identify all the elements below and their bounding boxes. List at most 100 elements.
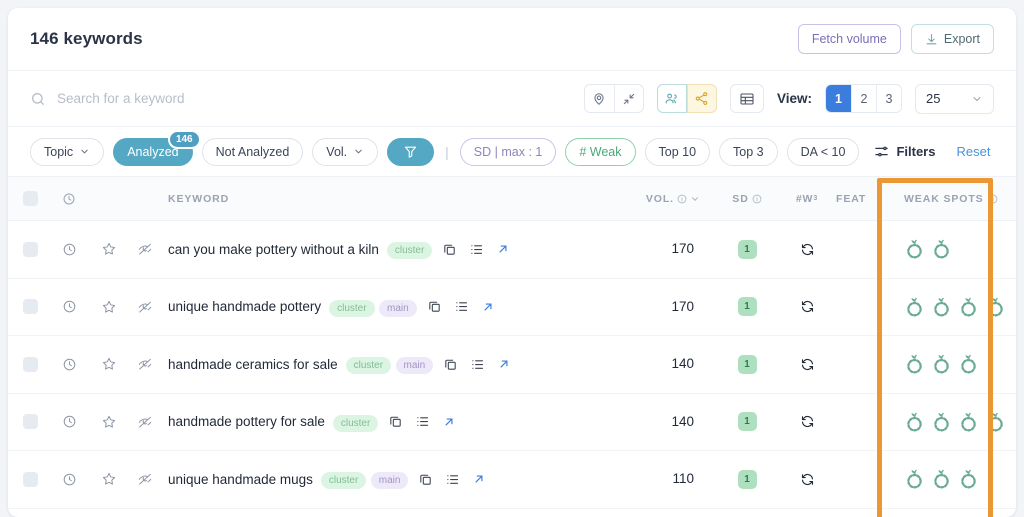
- refresh-icon[interactable]: [800, 242, 815, 257]
- keyword-tag-main[interactable]: main: [395, 357, 434, 375]
- row-refresh-cell[interactable]: [778, 357, 836, 372]
- copy-icon[interactable]: [427, 299, 442, 314]
- refresh-icon[interactable]: [800, 299, 815, 314]
- keyword-tag-cluster[interactable]: cluster: [320, 472, 367, 490]
- info-icon[interactable]: [752, 194, 762, 204]
- per-page-select[interactable]: 25: [915, 83, 994, 114]
- row-history-button[interactable]: [46, 414, 92, 429]
- collapse-icon[interactable]: [613, 85, 643, 112]
- row-hide-button[interactable]: [126, 356, 164, 372]
- weak-spot-fruit-icon[interactable]: [958, 410, 979, 434]
- filter-topic[interactable]: Topic: [30, 137, 105, 166]
- weak-spot-fruit-icon[interactable]: [931, 467, 952, 491]
- checkbox-box[interactable]: [22, 299, 38, 315]
- open-external-icon[interactable]: [442, 415, 456, 429]
- sort-chevron-icon[interactable]: [690, 194, 700, 204]
- row-history-button[interactable]: [46, 242, 92, 257]
- filter-not-analyzed[interactable]: Not Analyzed: [201, 137, 304, 166]
- row-favorite-button[interactable]: [92, 414, 126, 430]
- keyword-tag-main[interactable]: main: [370, 472, 409, 490]
- keyword-tag-cluster[interactable]: cluster: [345, 357, 392, 375]
- list-icon[interactable]: [415, 414, 430, 429]
- checkbox-box[interactable]: [22, 414, 38, 430]
- weak-spot-fruit-icon[interactable]: [904, 410, 925, 434]
- eye-off-icon[interactable]: [137, 356, 153, 372]
- clock-icon[interactable]: [62, 414, 77, 429]
- weak-spot-fruit-icon[interactable]: [985, 410, 1006, 434]
- filter-da[interactable]: DA < 10: [786, 137, 860, 166]
- filter-vol[interactable]: Vol.: [312, 137, 379, 166]
- filter-top10[interactable]: Top 10: [644, 137, 711, 166]
- row-checkbox[interactable]: [8, 356, 46, 372]
- open-external-icon[interactable]: [472, 472, 486, 486]
- open-external-icon[interactable]: [497, 357, 511, 371]
- refresh-icon[interactable]: [800, 414, 815, 429]
- header-keyword[interactable]: KEYWORD: [164, 193, 628, 205]
- row-favorite-button[interactable]: [92, 471, 126, 487]
- table-row[interactable]: unique handmade pottery cluster main 170…: [8, 278, 1016, 336]
- info-icon[interactable]: [988, 194, 998, 204]
- row-hide-button[interactable]: [126, 299, 164, 315]
- header-weak-spots[interactable]: WEAK SPOTS: [886, 193, 1016, 205]
- copy-icon[interactable]: [388, 414, 403, 429]
- list-icon[interactable]: [470, 357, 485, 372]
- copy-icon[interactable]: [442, 242, 457, 257]
- weak-spot-fruit-icon[interactable]: [931, 295, 952, 319]
- table-row[interactable]: can you make pottery without a kiln clus…: [8, 221, 1016, 279]
- info-icon[interactable]: [677, 194, 687, 204]
- weak-spot-fruit-icon[interactable]: [958, 352, 979, 376]
- header-w[interactable]: #W 3: [778, 193, 836, 205]
- eye-off-icon[interactable]: [137, 471, 153, 487]
- row-history-button[interactable]: [46, 357, 92, 372]
- location-pin-icon[interactable]: [585, 85, 614, 112]
- filter-analyzed[interactable]: Analyzed 146: [113, 129, 201, 166]
- table-row[interactable]: unique handmade mugs cluster main 110 1: [8, 451, 1016, 509]
- clock-icon[interactable]: [62, 299, 77, 314]
- clock-icon[interactable]: [62, 472, 77, 487]
- weak-spot-fruit-icon[interactable]: [904, 295, 925, 319]
- clock-icon[interactable]: [62, 357, 77, 372]
- header-vol[interactable]: VOL.: [628, 193, 716, 205]
- weak-spot-fruit-icon[interactable]: [931, 410, 952, 434]
- refresh-icon[interactable]: [800, 357, 815, 372]
- weak-spot-fruit-icon[interactable]: [931, 352, 952, 376]
- star-icon[interactable]: [101, 356, 117, 372]
- list-icon[interactable]: [454, 299, 469, 314]
- reset-button[interactable]: Reset: [956, 144, 990, 159]
- row-refresh-cell[interactable]: [778, 414, 836, 429]
- row-checkbox[interactable]: [8, 299, 46, 315]
- row-favorite-button[interactable]: [92, 299, 126, 315]
- keyword-tag-cluster[interactable]: cluster: [329, 299, 375, 317]
- copy-icon[interactable]: [418, 472, 433, 487]
- weak-spot-fruit-icon[interactable]: [958, 467, 979, 491]
- checkbox-box[interactable]: [22, 241, 38, 257]
- weak-spot-fruit-icon[interactable]: [985, 295, 1006, 319]
- row-favorite-button[interactable]: [92, 241, 126, 257]
- share-icon[interactable]: [686, 84, 717, 113]
- search-input[interactable]: [57, 91, 387, 106]
- star-icon[interactable]: [101, 241, 117, 257]
- table-grid-icon[interactable]: [729, 84, 764, 113]
- row-checkbox[interactable]: [8, 471, 46, 487]
- list-icon[interactable]: [469, 242, 484, 257]
- view-page-1[interactable]: 1: [826, 85, 851, 112]
- eye-off-icon[interactable]: [137, 299, 153, 315]
- open-external-icon[interactable]: [496, 242, 510, 256]
- row-hide-button[interactable]: [126, 471, 164, 487]
- table-row[interactable]: handmade pottery for sale cluster 140 1: [8, 393, 1016, 451]
- export-button[interactable]: Export: [910, 24, 994, 54]
- keyword-tag-cluster[interactable]: cluster: [386, 242, 433, 260]
- filters-button[interactable]: Filters: [874, 144, 935, 159]
- star-icon[interactable]: [101, 299, 117, 315]
- fetch-volume-button[interactable]: Fetch volume: [797, 24, 901, 54]
- weak-spot-fruit-icon[interactable]: [958, 295, 979, 319]
- eye-off-icon[interactable]: [137, 241, 153, 257]
- weak-spot-fruit-icon[interactable]: [931, 237, 952, 261]
- row-favorite-button[interactable]: [92, 356, 126, 372]
- filter-weak[interactable]: # Weak: [565, 137, 636, 166]
- copy-icon[interactable]: [443, 357, 458, 372]
- table-row[interactable]: handmade ceramics for sale cluster main …: [8, 336, 1016, 394]
- row-checkbox[interactable]: [8, 414, 46, 430]
- select-all-checkbox[interactable]: [8, 191, 46, 206]
- open-external-icon[interactable]: [481, 300, 495, 314]
